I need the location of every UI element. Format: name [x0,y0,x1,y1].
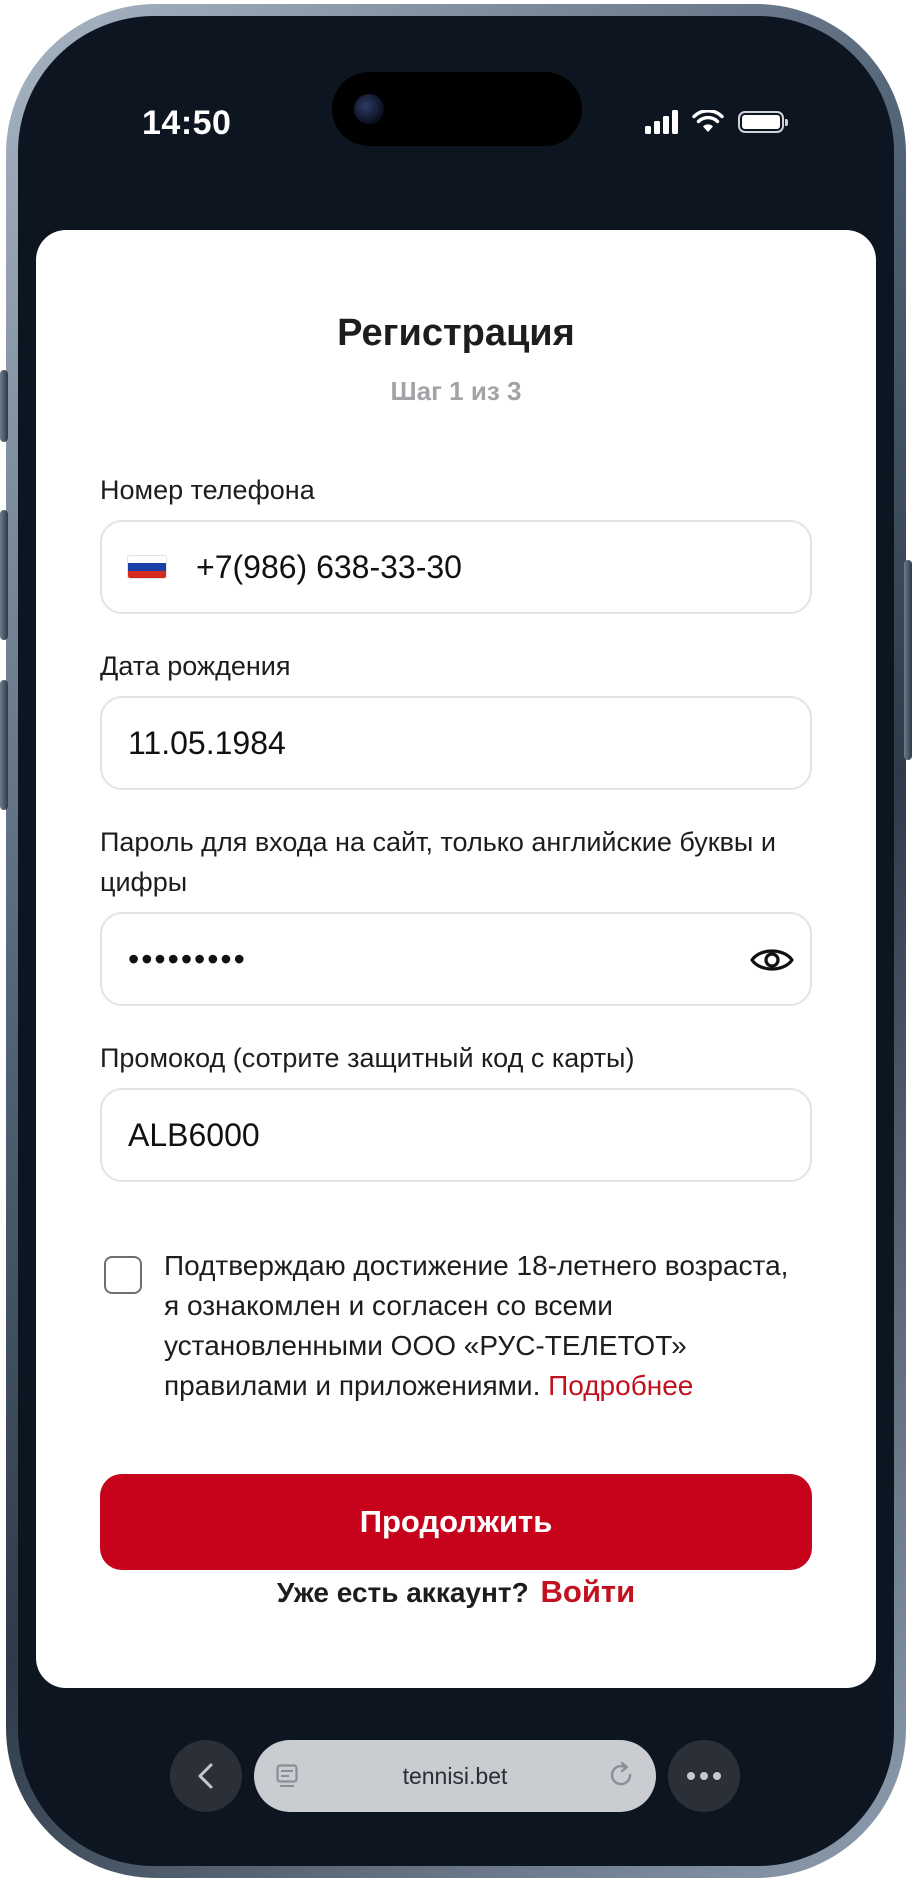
login-prompt: Уже есть аккаунт? [276,1577,529,1608]
login-row: Уже есть аккаунт? Войти [36,1574,876,1610]
promo-value: ALB6000 [128,1116,260,1153]
reload-icon[interactable] [606,1760,636,1790]
action-button [0,370,8,442]
wifi-icon [692,110,724,132]
russia-flag-icon [128,556,166,578]
details-link[interactable]: Подробнее [548,1370,693,1401]
show-password-button[interactable] [748,936,796,984]
phone-value: +7(986) 638-33-30 [196,548,462,585]
consent-checkbox[interactable] [104,1256,142,1294]
birthdate-label: Дата рождения [100,651,291,681]
address-bar[interactable]: tennisi.bet [254,1740,656,1812]
password-label: Пароль для входа на сайт, только английс… [100,827,776,897]
step-indicator: Шаг 1 из 3 [390,376,522,406]
dynamic-island [332,72,582,146]
more-dots-icon [687,1772,721,1780]
browser-toolbar: tennisi.bet [18,1740,894,1816]
password-value: ••••••••• [128,940,247,977]
login-link[interactable]: Войти [541,1574,636,1609]
cellular-signal-icon [645,110,678,134]
page-title: Регистрация [337,312,575,354]
volume-up-button [0,510,8,640]
back-button[interactable] [170,1740,242,1812]
power-button [904,560,912,760]
registration-card: Регистрация Шаг 1 из 3 Номер телефона +7… [36,230,876,1688]
consent-text: Подтверждаю достижение 18-летнего возрас… [164,1246,804,1406]
birthdate-value: 11.05.1984 [128,724,286,761]
more-button[interactable] [668,1740,740,1812]
password-field[interactable]: ••••••••• [100,912,812,1006]
phone-field[interactable]: +7(986) 638-33-30 [100,520,812,614]
birthdate-field[interactable]: 11.05.1984 [100,696,812,790]
status-icons [645,108,788,136]
url-text: tennisi.bet [402,1762,508,1789]
front-camera-icon [354,94,384,124]
volume-down-button [0,680,8,810]
tab-overview-icon [276,1764,298,1787]
promo-field[interactable]: ALB6000 [100,1088,812,1182]
phone-screen: 14:50 Регистрация Шаг 1 из 3 Номер телеф… [18,16,894,1866]
eye-icon [750,949,794,971]
consent-body: Подтверждаю достижение 18-летнего возрас… [164,1250,789,1401]
battery-icon [738,111,788,133]
promo-label: Промокод (сотрите защитный код с карты) [100,1043,635,1073]
continue-button[interactable]: Продолжить [100,1474,812,1570]
status-time: 14:50 [142,104,232,142]
chevron-left-icon [198,1763,213,1789]
phone-label: Номер телефона [100,475,315,505]
